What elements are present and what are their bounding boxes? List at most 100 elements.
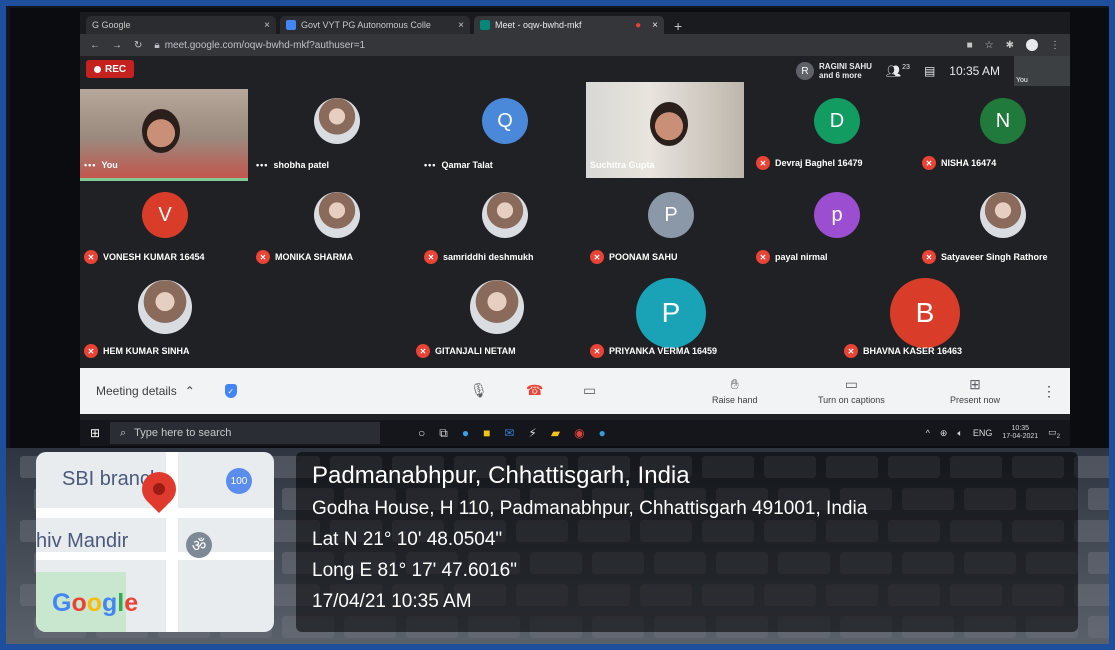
volume-icon[interactable]: 🔈︎ bbox=[957, 428, 962, 439]
participant-tile[interactable]: p ✕ payal nirmal bbox=[752, 180, 922, 268]
tab-college[interactable]: Govt VYT PG Autonomous Colle × bbox=[280, 16, 470, 34]
camera-button[interactable]: ▭ bbox=[583, 382, 596, 399]
search-icon: ⌕ bbox=[120, 426, 127, 439]
windows-taskbar: ⊞ ⌕ Type here to search ○ ⧉ ● ■ ✉ ⚡︎ ▰ ◉… bbox=[80, 420, 1070, 446]
self-view-label: You bbox=[1016, 77, 1028, 84]
google-logo-letter: e bbox=[124, 589, 139, 617]
present-button[interactable]: ⊞ Present now bbox=[950, 376, 1000, 405]
participant-name: MONIKA SHARMA bbox=[275, 252, 354, 262]
camera-icon[interactable]: ■ bbox=[967, 40, 973, 51]
participant-tile[interactable]: N ✕ NISHA 16474 bbox=[918, 86, 1070, 174]
participant-name: NISHA 16474 bbox=[941, 158, 997, 168]
task-view-icon[interactable]: ⧉ bbox=[439, 426, 448, 441]
participant-name: shobha patel bbox=[273, 160, 329, 170]
windows-start-icon[interactable]: ⊞ bbox=[80, 426, 110, 440]
meet-control-bar: Meeting details ⌃ ✓ 🎙︎ ☎ ▭ ✋︎ Raise hand… bbox=[80, 368, 1070, 414]
tab-google[interactable]: G Google × bbox=[86, 16, 276, 34]
more-options-icon[interactable]: ⋮ bbox=[1042, 383, 1056, 400]
leave-call-button[interactable]: ☎ bbox=[526, 382, 543, 399]
mic-off-icon: ✕ bbox=[590, 250, 604, 264]
participant-name: You bbox=[101, 160, 118, 170]
reload-icon[interactable]: ↻ bbox=[134, 40, 142, 51]
tab-meet[interactable]: Meet - oqw-bwhd-mkf ● × bbox=[474, 16, 664, 34]
mail-icon[interactable]: ✉ bbox=[504, 426, 514, 441]
new-tab-icon[interactable]: + bbox=[668, 18, 688, 34]
mic-off-icon: ✕ bbox=[84, 250, 98, 264]
participant-tile[interactable]: ✕ MONIKA SHARMA bbox=[252, 180, 422, 268]
participant-tile[interactable]: V ✕ VONESH KUMAR 16454 bbox=[80, 180, 250, 268]
folder-icon[interactable]: ▰ bbox=[551, 426, 560, 441]
notifications-icon[interactable]: ▭2 bbox=[1048, 427, 1060, 440]
mic-off-icon: ✕ bbox=[256, 250, 270, 264]
mic-off-icon: ✕ bbox=[84, 344, 98, 358]
participant-label: ✕ Satyaveer Singh Rathore bbox=[922, 250, 1048, 264]
language-indicator[interactable]: ENG bbox=[973, 428, 993, 438]
chrome-icon[interactable]: ◉ bbox=[574, 426, 584, 441]
back-arrow-icon[interactable]: ← bbox=[90, 40, 100, 51]
more-dots-icon[interactable]: ••• bbox=[256, 160, 268, 170]
app-icon[interactable]: ● bbox=[599, 426, 606, 441]
participant-tile[interactable]: ✕ Satyaveer Singh Rathore bbox=[918, 180, 1070, 268]
avatar bbox=[470, 280, 524, 334]
shield-icon[interactable]: ✓ bbox=[224, 384, 237, 398]
raise-hand-button[interactable]: ✋︎ Raise hand bbox=[712, 376, 758, 405]
participants-button[interactable]: 👥︎ 23 bbox=[886, 64, 910, 78]
meeting-details-button[interactable]: Meeting details ⌃ bbox=[96, 384, 195, 398]
search-placeholder: Type here to search bbox=[134, 427, 232, 439]
participant-tile[interactable]: D ✕ Devraj Baghel 16479 bbox=[752, 86, 922, 174]
more-dots-icon[interactable]: ••• bbox=[424, 160, 436, 170]
mic-button[interactable]: 🎙︎ bbox=[470, 382, 488, 399]
raise-hand-label: Raise hand bbox=[712, 395, 758, 405]
edge-icon[interactable]: ● bbox=[462, 426, 469, 441]
participant-tile[interactable]: Suchitra Gupta bbox=[586, 82, 756, 178]
participant-label: ••• shobha patel bbox=[256, 160, 329, 170]
participant-tile[interactable]: B ✕ BHAVNA KASER 16463 bbox=[840, 274, 1010, 362]
captions-button[interactable]: ▭ Turn on captions bbox=[818, 376, 885, 405]
tray-chevron-icon[interactable]: ^ bbox=[926, 428, 930, 438]
presenter-sub: and 6 more bbox=[819, 71, 862, 80]
mic-off-icon: ✕ bbox=[590, 344, 604, 358]
participant-name: Suchitra Gupta bbox=[590, 160, 655, 170]
participant-tile[interactable]: ✕ HEM KUMAR SINHA bbox=[80, 274, 250, 362]
close-icon[interactable]: × bbox=[652, 20, 658, 31]
profile-icon[interactable] bbox=[1026, 39, 1038, 51]
participant-tile[interactable]: P ✕ POONAM SAHU bbox=[586, 180, 756, 268]
more-dots-icon[interactable]: ••• bbox=[84, 160, 96, 170]
address-bar: ← → ↻ 🔒︎ meet.google.com/oqw-bwhd-mkf?au… bbox=[80, 34, 1070, 56]
avatar bbox=[482, 192, 528, 238]
network-icon[interactable]: ⊕ bbox=[940, 428, 948, 439]
mic-off-icon: ✕ bbox=[922, 250, 936, 264]
video-camera-icon: ▭ bbox=[583, 382, 597, 398]
taskbar-clock[interactable]: 10:35 17-04-2021 bbox=[1002, 425, 1038, 441]
close-icon[interactable]: × bbox=[264, 20, 270, 31]
participant-tile[interactable]: ✕ samriddhi deshmukh bbox=[420, 180, 590, 268]
presenter-name: RAGINI SAHU bbox=[819, 62, 872, 71]
mic-off-icon: ✕ bbox=[844, 344, 858, 358]
participant-tile[interactable]: ••• You bbox=[80, 86, 250, 181]
menu-icon[interactable]: ⋮ bbox=[1050, 40, 1060, 51]
taskbar-date: 17-04-2021 bbox=[1002, 433, 1039, 440]
latitude: Lat N 21° 10' 48.0504" bbox=[312, 529, 503, 550]
participant-tile[interactable]: ••• shobha patel bbox=[252, 86, 422, 174]
photo-frame: G Google × Govt VYT PG Autonomous Colle … bbox=[0, 0, 1115, 650]
forward-arrow-icon[interactable]: → bbox=[112, 40, 122, 51]
chat-icon[interactable]: ▤ bbox=[924, 64, 935, 78]
store-icon[interactable]: ■ bbox=[483, 426, 490, 441]
participant-tile[interactable]: ✕ GITANJALI NETAM bbox=[412, 274, 582, 362]
participant-label: ✕ samriddhi deshmukh bbox=[424, 250, 534, 264]
avatar: B bbox=[890, 278, 960, 348]
present-icon: ⊞ bbox=[969, 376, 981, 392]
participant-face bbox=[650, 102, 688, 146]
extensions-icon[interactable]: ✱ bbox=[1006, 40, 1014, 51]
notification-count: 2 bbox=[1056, 433, 1060, 440]
star-icon[interactable]: ☆ bbox=[985, 40, 994, 51]
participant-tile[interactable]: Q ••• Qamar Talat bbox=[420, 86, 590, 174]
taskbar-search[interactable]: ⌕ Type here to search bbox=[110, 422, 380, 444]
close-icon[interactable]: × bbox=[458, 20, 464, 31]
participant-tile[interactable]: P ✕ PRIYANKA VERMA 16459 bbox=[586, 274, 756, 362]
cortana-icon[interactable]: ○ bbox=[418, 426, 425, 441]
lightning-icon[interactable]: ⚡︎ bbox=[528, 426, 536, 441]
participant-name: GITANJALI NETAM bbox=[435, 346, 516, 356]
url-field[interactable]: 🔒︎ meet.google.com/oqw-bwhd-mkf?authuser… bbox=[154, 40, 365, 51]
participant-name: Qamar Talat bbox=[441, 160, 493, 170]
